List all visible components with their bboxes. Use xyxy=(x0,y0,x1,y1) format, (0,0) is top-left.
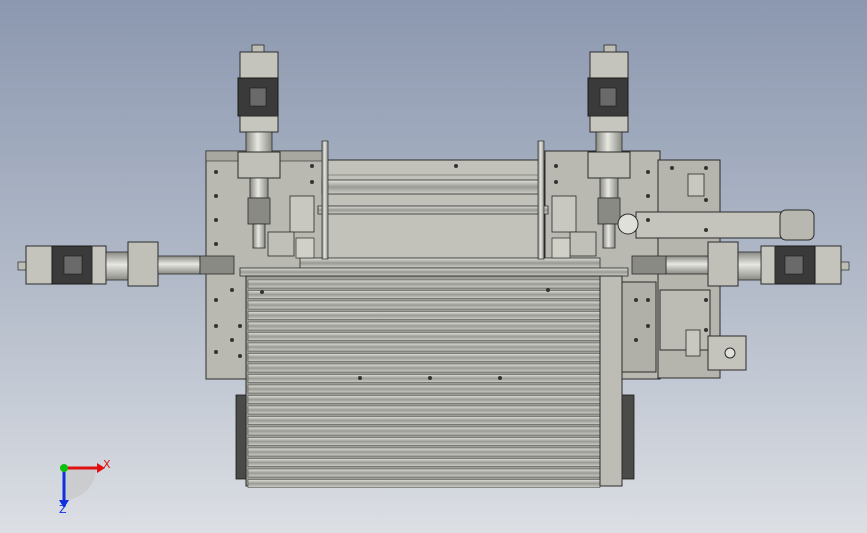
hole-icon xyxy=(454,164,458,168)
roller xyxy=(247,311,601,320)
hole-icon xyxy=(214,298,218,302)
roller xyxy=(247,321,601,331)
roller xyxy=(247,332,601,341)
hole-icon xyxy=(214,350,218,354)
roller xyxy=(247,300,601,310)
hole-icon xyxy=(634,338,638,342)
roller xyxy=(247,447,601,457)
hole-icon xyxy=(546,288,550,292)
cad-viewport[interactable]: X Z xyxy=(0,0,867,533)
roller xyxy=(247,426,601,436)
hole-icon xyxy=(704,328,708,332)
roller xyxy=(247,468,601,478)
y-axis-dot-icon xyxy=(60,464,68,472)
hole-icon xyxy=(358,376,362,380)
hole-icon xyxy=(554,164,558,168)
hole-icon xyxy=(646,324,650,328)
roller xyxy=(247,437,601,446)
roller xyxy=(247,416,601,425)
hole-icon xyxy=(214,170,218,174)
hole-icon xyxy=(214,242,218,246)
hole-icon xyxy=(230,288,234,292)
x-axis-label: X xyxy=(103,458,111,471)
roller-bank xyxy=(245,275,623,488)
hole-icon xyxy=(238,354,242,358)
hole-icon xyxy=(214,324,218,328)
roller xyxy=(247,363,601,373)
hole-icon xyxy=(670,166,674,170)
hole-icon xyxy=(498,376,502,380)
hole-icon xyxy=(634,298,638,302)
hole-icon xyxy=(704,198,708,202)
hole-icon xyxy=(646,218,650,222)
hole-icon xyxy=(704,228,708,232)
roller xyxy=(247,279,601,289)
roller xyxy=(247,458,601,467)
hole-icon xyxy=(310,180,314,184)
hole-icon xyxy=(646,298,650,302)
triad-plane-icon xyxy=(64,468,96,500)
hole-icon xyxy=(238,324,242,328)
hole-icon xyxy=(230,338,234,342)
roller xyxy=(247,374,601,383)
roller xyxy=(247,479,601,488)
hole-icon xyxy=(646,194,650,198)
left-side-motor xyxy=(17,241,235,287)
roller xyxy=(247,353,601,362)
hole-icon xyxy=(214,218,218,222)
hole-icon xyxy=(704,298,708,302)
hole-icon xyxy=(646,170,650,174)
hole-icon xyxy=(260,290,264,294)
hole-icon xyxy=(310,164,314,168)
hole-icon xyxy=(428,376,432,380)
hole-icon xyxy=(214,194,218,198)
cad-assembly-drawing[interactable]: X Z xyxy=(0,0,867,533)
roller xyxy=(247,405,601,415)
hole-icon xyxy=(704,166,708,170)
coordinate-triad: X Z xyxy=(59,458,111,516)
z-axis-label: Z xyxy=(59,503,67,516)
roller xyxy=(247,395,601,404)
roller xyxy=(247,342,601,352)
hole-icon xyxy=(554,180,558,184)
roller xyxy=(247,384,601,394)
